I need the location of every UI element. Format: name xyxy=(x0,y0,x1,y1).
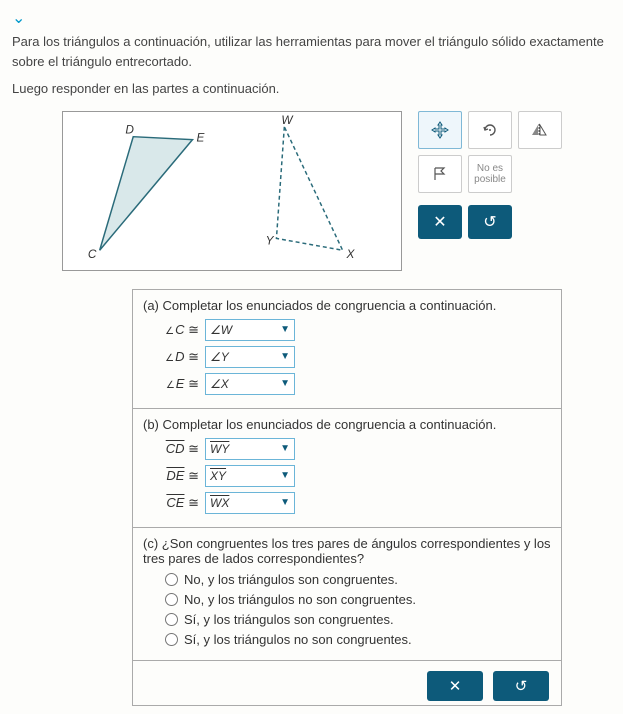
part-a-prompt: (a) Completar los enunciados de congruen… xyxy=(143,298,551,313)
submit-reset-button[interactable]: ↺ xyxy=(493,671,549,701)
instruction-line1: Para los triángulos a continuación, util… xyxy=(12,32,611,71)
dropdown-a0[interactable]: ∠W▼ xyxy=(205,319,295,341)
vertex-W: W xyxy=(281,112,294,126)
cong-row-a0: C ≅ ∠W▼ xyxy=(165,319,551,341)
tool-panel: No es posible ✕ ↺ xyxy=(418,111,562,271)
part-c: (c) ¿Son congruentes los tres pares de á… xyxy=(133,528,561,661)
cong-row-b1: DE ≅ XY▼ xyxy=(165,465,551,487)
chevron-down-icon: ▼ xyxy=(280,324,290,335)
chevron-down-icon: ▼ xyxy=(280,351,290,362)
questions-panel: (a) Completar los enunciados de congruen… xyxy=(132,289,562,706)
flag-tool[interactable] xyxy=(418,155,462,193)
part-a: (a) Completar los enunciados de congruen… xyxy=(133,290,561,409)
instructions: Para los triángulos a continuación, util… xyxy=(12,32,611,99)
chevron-down-icon: ▼ xyxy=(280,443,290,454)
chevron-down-icon: ▼ xyxy=(280,470,290,481)
vertex-C: C xyxy=(88,247,97,261)
vertex-X: X xyxy=(346,247,356,261)
bottom-actions: ✕ ↺ xyxy=(133,661,561,705)
instruction-line2: Luego responder en las partes a continua… xyxy=(12,79,611,99)
radio-c0[interactable]: No, y los triángulos son congruentes. xyxy=(165,572,551,587)
vertex-D: D xyxy=(125,122,134,136)
part-b: (b) Completar los enunciados de congruen… xyxy=(133,409,561,528)
part-b-prompt: (b) Completar los enunciados de congruen… xyxy=(143,417,551,432)
part-c-prompt: (c) ¿Son congruentes los tres pares de á… xyxy=(143,536,551,566)
reset-button[interactable]: ↺ xyxy=(468,205,512,239)
not-possible-button[interactable]: No es posible xyxy=(468,155,512,193)
dropdown-b2[interactable]: WX▼ xyxy=(205,492,295,514)
radio-c1[interactable]: No, y los triángulos no son congruentes. xyxy=(165,592,551,607)
vertex-E: E xyxy=(196,130,205,144)
dropdown-b0[interactable]: WY▼ xyxy=(205,438,295,460)
chevron-down-icon: ▼ xyxy=(280,378,290,389)
vertex-Y: Y xyxy=(266,233,275,247)
cong-row-a2: E ≅ ∠X▼ xyxy=(165,373,551,395)
radio-c3[interactable]: Sí, y los triángulos no son congruentes. xyxy=(165,632,551,647)
dropdown-a1[interactable]: ∠Y▼ xyxy=(205,346,295,368)
rotate-tool[interactable] xyxy=(468,111,512,149)
cong-row-b0: CD ≅ WY▼ xyxy=(165,438,551,460)
dropdown-a2[interactable]: ∠X▼ xyxy=(205,373,295,395)
cong-row-a1: D ≅ ∠Y▼ xyxy=(165,346,551,368)
submit-close-button[interactable]: ✕ xyxy=(427,671,483,701)
chevron-down-icon: ▼ xyxy=(280,497,290,508)
move-tool[interactable] xyxy=(418,111,462,149)
geometry-canvas[interactable]: D E C W Y X xyxy=(62,111,402,271)
close-button[interactable]: ✕ xyxy=(418,205,462,239)
collapse-chevron[interactable]: ⌄ xyxy=(12,8,611,28)
dropdown-b1[interactable]: XY▼ xyxy=(205,465,295,487)
reflect-tool[interactable] xyxy=(518,111,562,149)
radio-c2[interactable]: Sí, y los triángulos son congruentes. xyxy=(165,612,551,627)
cong-row-b2: CE ≅ WX▼ xyxy=(165,492,551,514)
